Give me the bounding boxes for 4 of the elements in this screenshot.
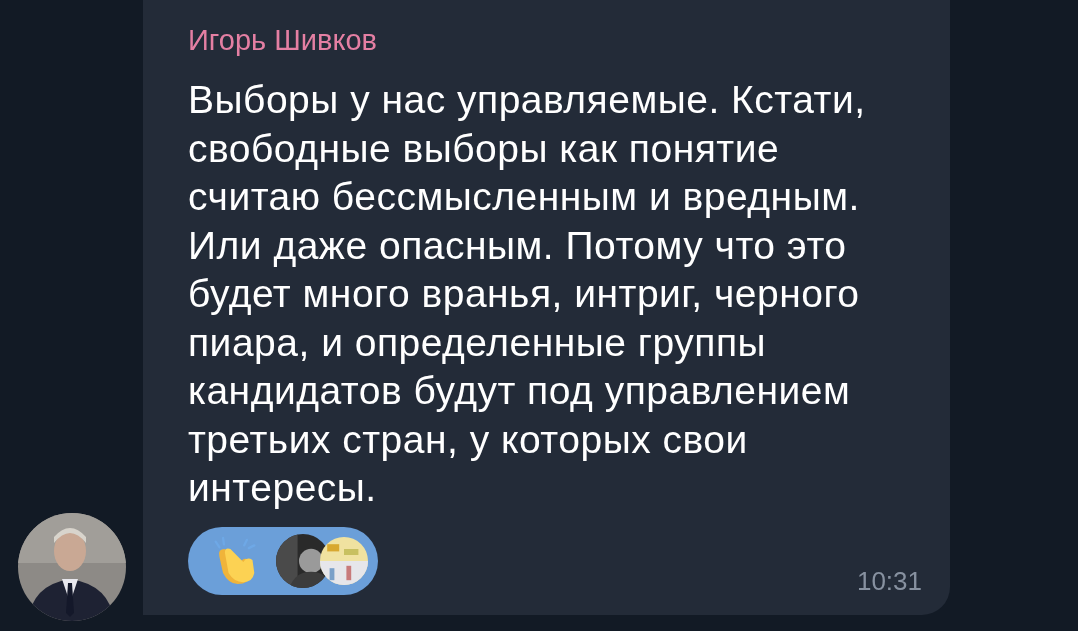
message-time: 10:31 (856, 565, 922, 597)
message-text: Выборы у нас управляемые. Кстати, свободные выборы как понятие считаю бессмысленным и вредным. Или даже опасным. Потому что это будет много вранья, интриг, черного пиара, и определенные группы кандидатов будут под управлением третьих стран, у которых свои интересы. (188, 77, 867, 511)
sender-name: Игорь Шивков (188, 23, 378, 58)
clapping-hands-icon (212, 535, 258, 586)
